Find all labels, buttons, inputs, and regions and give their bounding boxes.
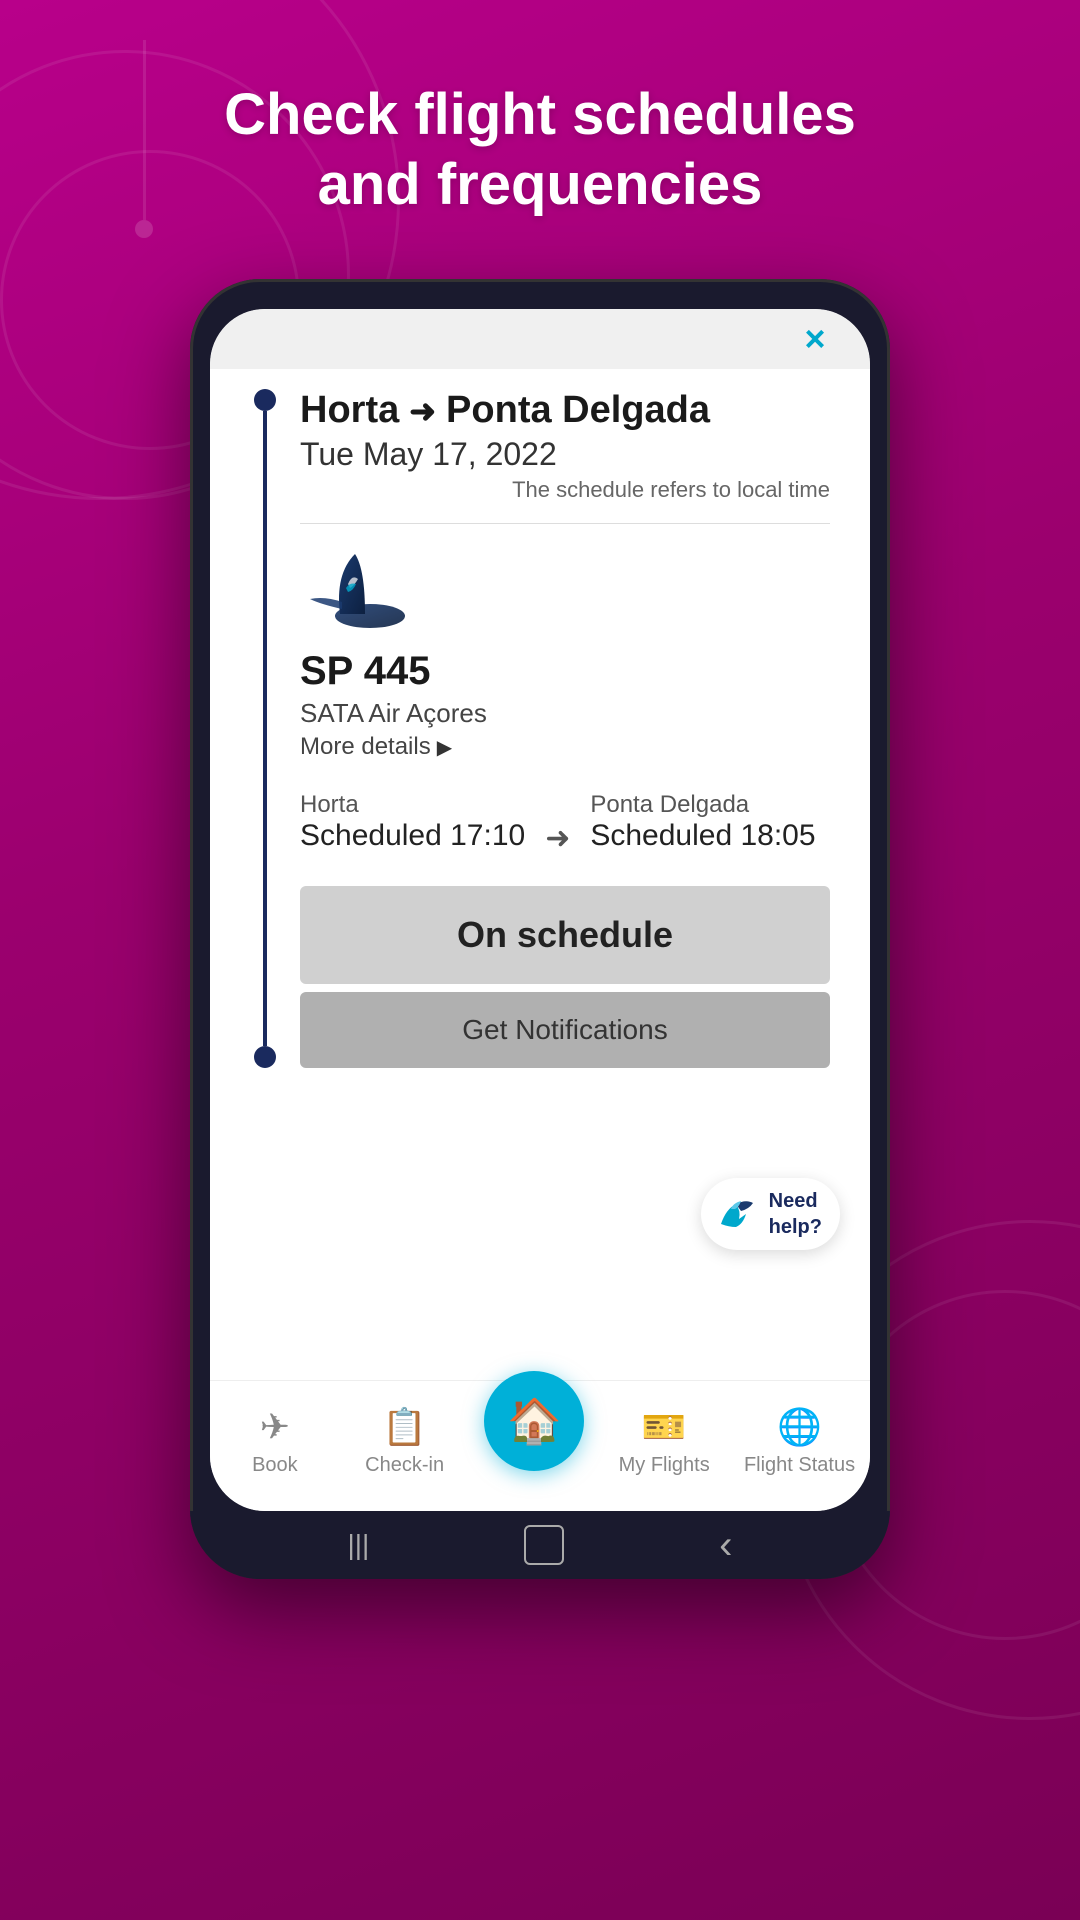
timeline-container: Horta ➜ Ponta Delgada Tue May 17, 2022 T… — [250, 389, 830, 1068]
phone-screen: × Horta ➜ Ponta Delga — [210, 309, 870, 1511]
page-title: Check flight schedules and frequencies — [190, 80, 890, 219]
schedule-row: Horta Scheduled 17:10 ➜ Ponta Delgada Sc… — [300, 791, 830, 856]
help-bird-icon — [711, 1189, 761, 1239]
get-notifications-button[interactable]: Get Notifications — [300, 992, 830, 1068]
destination-label: Ponta Delgada — [446, 389, 710, 432]
airline-name: SATA Air Açores — [300, 698, 830, 729]
myflights-icon: 🎫 — [642, 1406, 687, 1448]
route-date: Tue May 17, 2022 — [300, 436, 830, 473]
checkin-icon: 📋 — [382, 1406, 427, 1448]
nav-item-myflights[interactable]: 🎫 My Flights — [614, 1406, 714, 1477]
home-button[interactable]: 🏠 — [484, 1371, 584, 1471]
content-main: Horta ➜ Ponta Delgada Tue May 17, 2022 T… — [300, 389, 830, 1068]
nav-book-label: Book — [252, 1454, 298, 1477]
system-nav-back[interactable]: ‹ — [719, 1523, 732, 1568]
divider — [300, 523, 830, 524]
flightstatus-icon: 🌐 — [777, 1406, 822, 1448]
home-icon: 🏠 — [507, 1395, 562, 1447]
system-nav-menu[interactable]: ||| — [347, 1529, 369, 1561]
origin-schedule-col: Horta Scheduled 17:10 — [300, 791, 525, 853]
nav-myflights-label: My Flights — [619, 1454, 710, 1477]
modal-top-bar: × — [210, 309, 870, 369]
origin-time: Scheduled 17:10 — [300, 819, 525, 853]
nav-checkin-label: Check-in — [365, 1454, 444, 1477]
help-text: Need help? — [769, 1188, 822, 1240]
route-arrow-icon: ➜ — [409, 392, 436, 430]
nav-item-home[interactable]: 🏠 — [484, 1391, 584, 1491]
route-note: The schedule refers to local time — [300, 477, 830, 503]
more-details-link[interactable]: More details ▶ — [300, 733, 830, 761]
destination-city: Ponta Delgada — [590, 791, 815, 819]
airline-logo-container — [300, 544, 830, 639]
schedule-arrow-icon: ➜ — [545, 821, 570, 856]
phone-system-bar: ||| ‹ — [190, 1511, 890, 1579]
help-bubble[interactable]: Need help? — [701, 1178, 840, 1250]
bottom-navigation: ✈ Book 📋 Check-in 🏠 🎫 My Flights 🌐 — [210, 1380, 870, 1511]
timeline-dot-bottom — [254, 1046, 276, 1068]
flight-number: SP 445 — [300, 649, 830, 694]
more-details-arrow-icon: ▶ — [437, 735, 452, 760]
nav-item-book[interactable]: ✈ Book — [225, 1406, 325, 1477]
origin-label: Horta — [300, 389, 399, 432]
phone-mockup: × Horta ➜ Ponta Delga — [190, 279, 890, 1579]
origin-city: Horta — [300, 791, 525, 819]
route-title: Horta ➜ Ponta Delgada — [300, 389, 830, 432]
nav-item-checkin[interactable]: 📋 Check-in — [355, 1406, 455, 1477]
modal-content: Horta ➜ Ponta Delgada Tue May 17, 2022 T… — [210, 369, 870, 1380]
system-nav-home[interactable] — [524, 1525, 564, 1565]
timeline-line-column — [250, 389, 280, 1068]
on-schedule-button[interactable]: On schedule — [300, 886, 830, 984]
book-icon: ✈ — [260, 1406, 290, 1448]
timeline-line — [263, 411, 267, 1046]
nav-item-flightstatus[interactable]: 🌐 Flight Status — [744, 1406, 855, 1477]
timeline-dot-top — [254, 389, 276, 411]
nav-flightstatus-label: Flight Status — [744, 1454, 855, 1477]
airline-tail-icon — [300, 544, 410, 634]
route-header: Horta ➜ Ponta Delgada Tue May 17, 2022 T… — [300, 389, 830, 503]
destination-schedule-col: Ponta Delgada Scheduled 18:05 — [590, 791, 815, 853]
close-button[interactable]: × — [790, 314, 840, 364]
destination-time: Scheduled 18:05 — [590, 819, 815, 853]
